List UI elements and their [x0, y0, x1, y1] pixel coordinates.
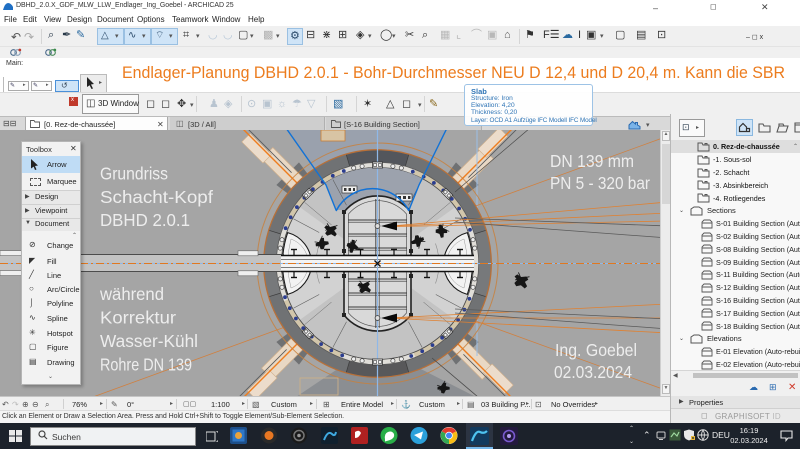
svg-text:PN 5 - 320 bar: PN 5 - 320 bar — [550, 173, 650, 193]
svg-text:Wasser-Kühl: Wasser-Kühl — [100, 331, 198, 351]
svg-text:02.03.2024: 02.03.2024 — [554, 362, 632, 382]
svg-text:Grundriss: Grundriss — [100, 164, 168, 184]
svg-text:Endlager-Planung DBHD 2.0.1 -: Endlager-Planung DBHD 2.0.1 - Bohr-Durch… — [122, 64, 785, 82]
svg-text:Rohre DN 139: Rohre DN 139 — [100, 355, 192, 375]
svg-text:Korrektur: Korrektur — [100, 308, 176, 328]
svg-text:Ing. Goebel: Ing. Goebel — [555, 340, 637, 360]
svg-text:DN 139 mm: DN 139 mm — [550, 151, 634, 171]
svg-text:während: während — [99, 284, 164, 304]
svg-text:DBHD 2.0.1: DBHD 2.0.1 — [100, 210, 190, 230]
svg-text:Schacht-Kopf: Schacht-Kopf — [100, 187, 213, 207]
